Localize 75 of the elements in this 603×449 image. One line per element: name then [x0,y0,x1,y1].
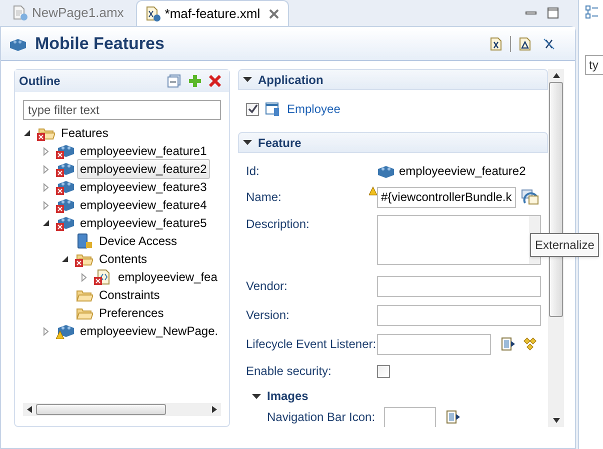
field-label: Vendor: [246,278,288,295]
text-field[interactable] [377,276,541,296]
filter-field[interactable]: type filter text [23,100,221,120]
tree-item[interactable]: Constraints [96,286,163,304]
xml-icon[interactable] [490,36,502,50]
tooltip: Externalize [530,233,600,257]
diamond-cluster-icon[interactable] [523,337,537,351]
collapsed-arrow-icon[interactable] [42,326,51,336]
field-label: Name: [246,189,282,206]
tree-item[interactable]: Contents [96,250,150,268]
section-header[interactable]: Feature [238,132,548,153]
collapsed-arrow-icon[interactable] [42,146,51,156]
scroll-down-icon[interactable] [552,418,560,423]
application-link[interactable]: Employee [287,100,340,118]
scroll-right-icon[interactable] [212,406,217,413]
crossed-icon[interactable] [543,36,555,50]
section-title: Outline [19,73,60,90]
checkbox[interactable] [246,102,259,116]
section-header[interactable]: Images [238,387,548,405]
tree-item[interactable]: employeeview_feature2 [77,159,210,179]
checkbox[interactable] [377,364,390,378]
expanded-arrow-icon[interactable] [252,392,261,400]
browse-icon[interactable] [501,337,515,351]
text-field[interactable] [384,406,436,427]
tree-item[interactable]: employeeview_feature1 [77,142,210,160]
scroll-thumb[interactable] [36,404,166,415]
expanded-arrow-icon[interactable] [61,254,70,264]
tree-item[interactable]: Features [58,124,112,142]
blocks-icon [9,36,27,50]
text-field[interactable] [377,304,541,326]
section-header[interactable]: Application [238,69,548,90]
page-file-icon [12,5,28,21]
expanded-arrow-icon[interactable] [243,75,252,84]
device-lock-icon [75,233,93,249]
tree-item[interactable]: employeeview_NewPage. [77,322,222,340]
tree-item[interactable]: Device Access [96,232,180,250]
collapsed-arrow-icon[interactable] [42,182,51,192]
field-label: Navigation Bar Icon: [267,409,376,426]
field-label: Lifecycle Event Listener: [246,336,377,353]
collapsed-arrow-icon[interactable] [42,164,51,174]
tree-item[interactable]: employeeview_feature3 [77,178,210,196]
close-icon[interactable] [268,8,280,20]
document-icon[interactable] [519,36,531,50]
delete-icon[interactable] [209,75,221,87]
xml-file-icon [144,6,161,22]
filter-field[interactable]: ty [585,55,603,75]
tree-item[interactable]: employeeview_fea [115,268,220,286]
scroll-up-icon[interactable] [552,73,560,78]
expanded-arrow-icon[interactable] [243,138,252,147]
collapsed-arrow-icon[interactable] [80,272,89,282]
application-window-icon [265,102,281,116]
externalize-icon[interactable] [521,189,539,205]
collapse-all-icon[interactable] [167,74,181,88]
field-label: Enable security: [246,363,332,380]
expanded-arrow-icon[interactable] [23,128,32,138]
expanded-arrow-icon[interactable] [42,218,51,228]
text-field[interactable]: #{viewcontrollerBundle.k [377,186,516,208]
editor-title: Mobile Features [35,32,164,55]
field-label: Id: [246,163,260,180]
horizontal-scrollbar[interactable] [23,403,221,416]
text-field[interactable] [377,334,491,354]
editor-tab[interactable]: *maf-feature.xml [136,0,290,26]
maximize-icon[interactable] [546,6,560,20]
field-label: Description: [246,216,310,233]
tree-item[interactable]: Preferences [96,304,167,322]
feature-block-icon [377,164,395,178]
field-value: employeeview_feature2 [399,163,526,180]
tree-item[interactable]: employeeview_feature5 [77,214,210,232]
outline-icon[interactable] [585,5,599,19]
field-label: Version: [246,307,290,324]
editor-tab[interactable]: NewPage1.amx [4,1,132,25]
tree-item[interactable]: employeeview_feature4 [77,196,210,214]
scroll-left-icon[interactable] [27,406,32,413]
browse-icon[interactable] [446,410,460,424]
collapsed-arrow-icon[interactable] [42,200,51,210]
